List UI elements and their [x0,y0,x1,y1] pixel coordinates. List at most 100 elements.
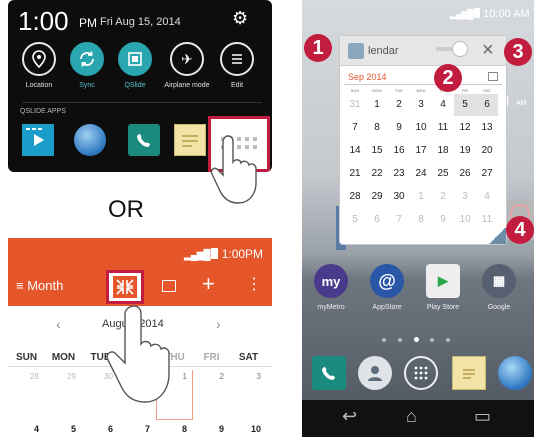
day-cell[interactable]: 5 [454,94,476,116]
day-cell[interactable]: 20 [476,140,498,162]
page-indicator[interactable] [414,337,419,342]
page-indicator[interactable] [398,338,402,342]
day-cell[interactable]: 6 [366,209,388,231]
day-cell[interactable]: 6 [82,424,119,434]
resize-handle[interactable] [488,228,506,244]
appstore-app[interactable]: @ [370,264,404,298]
location-toggle[interactable] [22,42,56,76]
page-indicator[interactable] [430,338,434,342]
day-cell[interactable]: 7 [344,117,366,139]
day-cell[interactable]: 31 [344,94,366,116]
day-cell[interactable]: 8 [410,209,432,231]
add-event-button[interactable]: + [202,271,215,297]
day-cell[interactable]: 4 [432,94,454,116]
gear-icon[interactable]: ⚙ [232,8,248,29]
calendar-icon[interactable] [488,72,498,81]
day-cell[interactable]: 29 [366,186,388,208]
day-cell[interactable]: 10 [230,424,267,434]
home-icon[interactable]: ⌂ [406,406,417,427]
day-cell[interactable]: 18 [432,140,454,162]
airplane-toggle[interactable]: ✈ [170,42,204,76]
day-cell[interactable]: 13 [476,117,498,139]
memo-app[interactable] [174,124,206,156]
internet-app[interactable] [498,356,532,390]
day-cell[interactable]: 3 [410,94,432,116]
day-cell[interactable]: 1 [410,186,432,208]
day-cell[interactable]: 25 [432,163,454,185]
video-app[interactable] [22,124,54,156]
day-cell[interactable]: 11 [432,117,454,139]
day-cell[interactable]: 14 [344,140,366,162]
day-cell[interactable]: 3 [230,372,267,381]
qslide-toggle[interactable] [118,42,152,76]
memo-app[interactable] [452,356,486,390]
day-cell[interactable]: 21 [344,163,366,185]
google-folder[interactable]: ▦ [482,264,516,298]
sync-toggle[interactable] [70,42,104,76]
day-cell[interactable]: 10 [410,117,432,139]
status-time: 1:00PM [221,247,264,261]
day-cell[interactable]: 9 [388,117,410,139]
qslide-button[interactable] [106,270,144,304]
day-cell[interactable]: 27 [476,163,498,185]
day-cell[interactable]: 6 [476,94,498,116]
contacts-app[interactable] [358,356,392,390]
day-cell[interactable]: 2 [193,372,230,381]
day-cell[interactable]: 19 [454,140,476,162]
day-cell[interactable]: 12 [454,117,476,139]
day-cell[interactable]: 7 [119,424,156,434]
full-screen-icon[interactable] [348,43,364,59]
today-button[interactable] [162,280,176,292]
qslide-calendar-window[interactable]: lendar × Sep 2014 SUN MON TUE WED THU FR… [340,36,506,244]
weekday-header: FRI [203,352,220,363]
day-cell[interactable]: 26 [454,163,476,185]
day-cell[interactable]: 9 [432,209,454,231]
mymetro-app[interactable]: my [314,264,348,298]
day-cell[interactable]: 31 [119,372,156,381]
day-cell[interactable]: 24 [410,163,432,185]
day-cell[interactable]: 3 [454,186,476,208]
day-cell[interactable]: 7 [388,209,410,231]
day-cell[interactable]: 16 [388,140,410,162]
memo-icon [463,369,475,379]
day-cell[interactable]: 9 [193,424,230,434]
day-cell[interactable]: 8 [366,117,388,139]
phone-app[interactable] [128,124,160,156]
app-drawer-button[interactable] [404,356,438,390]
calendar-icon [221,137,257,149]
calendar-app-highlight[interactable] [208,116,270,172]
overflow-menu-icon[interactable]: ⋮ [246,274,262,294]
day-cell[interactable]: 15 [366,140,388,162]
page-indicator[interactable] [446,338,450,342]
day-cell[interactable]: 10 [454,209,476,231]
day-cell[interactable]: 8 [156,424,193,434]
prev-month-arrow[interactable]: ‹ [56,316,61,332]
day-cell[interactable]: 30 [82,372,119,381]
day-cell[interactable]: 4 [476,186,498,208]
edit-toggle[interactable] [220,42,254,76]
day-cell[interactable]: 2 [432,186,454,208]
day-cell[interactable]: 17 [410,140,432,162]
back-icon[interactable]: ↩ [342,406,357,427]
day-cell[interactable]: 22 [366,163,388,185]
day-cell[interactable]: 30 [388,186,410,208]
day-cell[interactable]: 1 [366,94,388,116]
play-store-app[interactable]: ▶ [426,264,460,298]
day-cell[interactable]: 23 [388,163,410,185]
view-selector[interactable]: ≡ Month [16,278,63,293]
phone-app[interactable] [312,356,346,390]
day-cell[interactable]: 5 [344,209,366,231]
day-cell[interactable]: 29 [45,372,82,381]
day-cell[interactable]: 28 [8,372,45,381]
internet-app[interactable] [74,124,106,156]
day-cell[interactable]: 2 [388,94,410,116]
day-cell[interactable]: 4 [8,424,45,434]
close-icon[interactable]: × [482,39,494,62]
transparency-slider-thumb[interactable] [452,41,468,57]
day-cell[interactable]: 28 [344,186,366,208]
next-month-arrow[interactable]: › [216,316,221,332]
recent-apps-icon[interactable]: ▭ [474,406,491,427]
day-cell[interactable]: 5 [45,424,82,434]
page-indicator[interactable] [382,338,386,342]
weekday-header: THU [164,352,185,363]
